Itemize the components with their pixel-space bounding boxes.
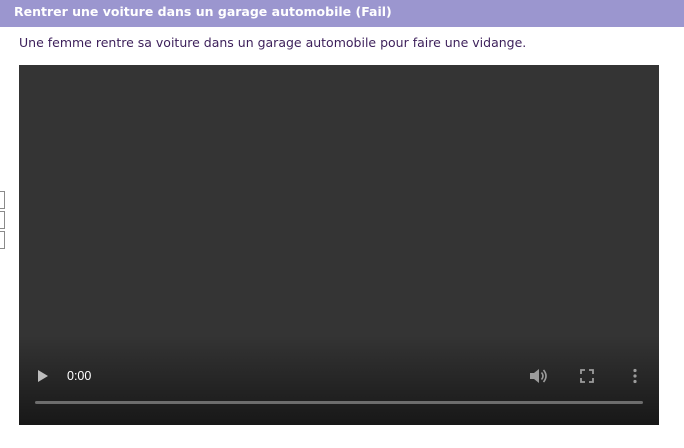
time-display: 0:00 — [67, 369, 92, 383]
side-tab-2[interactable] — [0, 211, 5, 229]
volume-icon — [530, 369, 547, 383]
play-icon — [38, 370, 48, 382]
fullscreen-icon — [580, 369, 594, 383]
title-bar: Rentrer une voiture dans un garage autom… — [0, 0, 684, 27]
more-vertical-icon — [633, 368, 637, 384]
page-title: Rentrer une voiture dans un garage autom… — [14, 4, 392, 19]
volume-button[interactable] — [528, 366, 550, 386]
side-tab-1[interactable] — [0, 191, 5, 209]
seek-bar[interactable] — [35, 401, 643, 404]
play-button[interactable] — [33, 366, 53, 386]
more-options-button[interactable] — [625, 366, 645, 386]
side-tabs — [0, 191, 5, 251]
controls-gradient — [19, 335, 659, 425]
side-tab-3[interactable] — [0, 231, 5, 249]
video-description: Une femme rentre sa voiture dans un gara… — [19, 35, 527, 50]
video-player[interactable]: 0:00 — [19, 65, 659, 425]
fullscreen-button[interactable] — [577, 366, 597, 386]
